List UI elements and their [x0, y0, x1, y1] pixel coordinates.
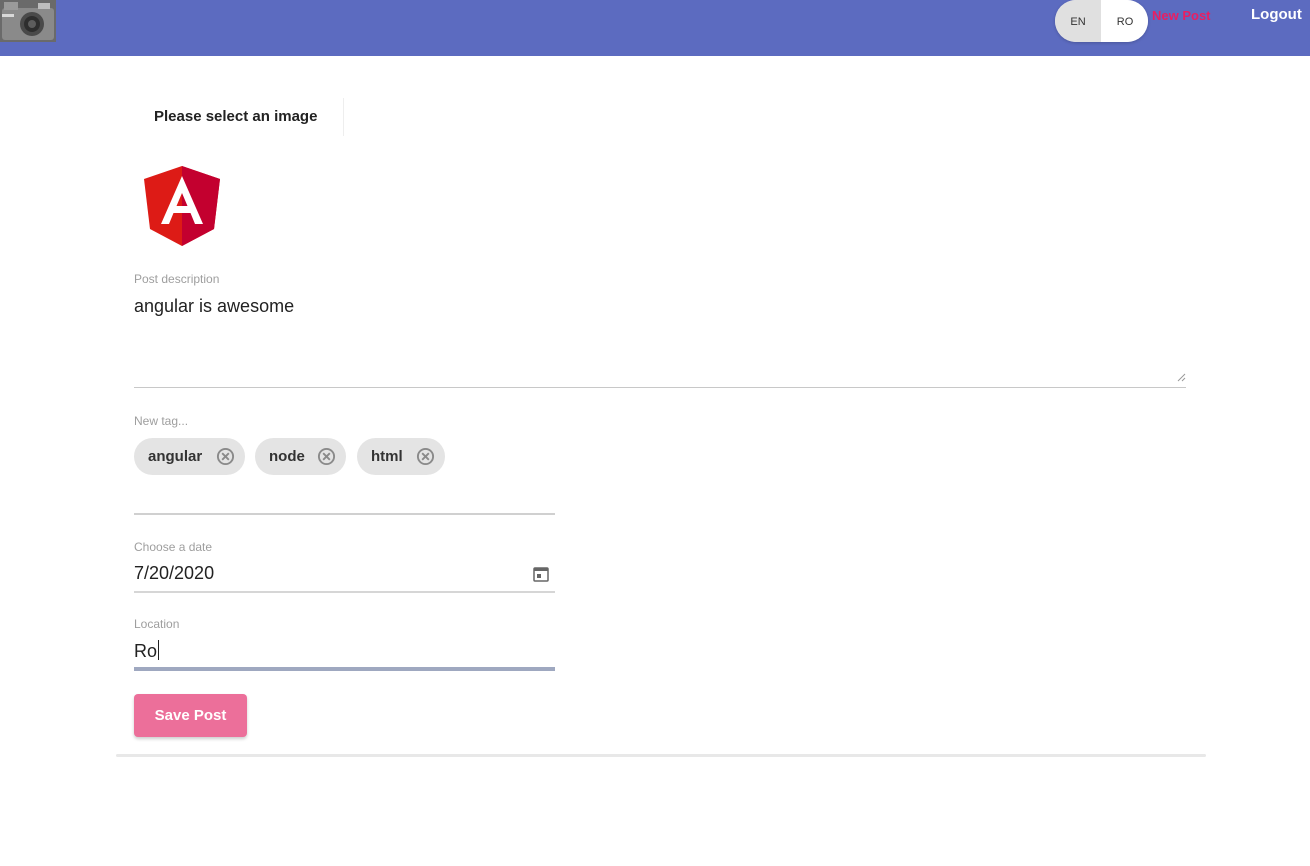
tag-chip-node[interactable]: node [255, 438, 346, 475]
lang-option-ro[interactable]: RO [1102, 0, 1148, 42]
cancel-circle-icon[interactable] [416, 447, 435, 466]
logout-button[interactable]: Logout [1251, 6, 1302, 23]
location-underline [134, 667, 555, 671]
select-image-button[interactable]: Please select an image [136, 98, 344, 136]
description-label: Post description [134, 272, 220, 286]
text-caret [158, 640, 160, 660]
angular-logo [144, 166, 220, 246]
tag-input-label: New tag... [134, 414, 189, 428]
new-post-link[interactable]: New Post [1152, 8, 1211, 23]
top-toolbar: EN RO New Post Logout [0, 0, 1310, 56]
calendar-icon[interactable] [532, 565, 550, 583]
tag-chip-angular[interactable]: angular [134, 438, 245, 475]
tag-chip-html[interactable]: html [357, 438, 445, 475]
cancel-circle-icon[interactable] [317, 447, 336, 466]
date-underline [134, 591, 555, 593]
tag-chip-label: node [269, 448, 305, 465]
camera-icon[interactable] [0, 0, 56, 42]
lang-option-en[interactable]: EN [1055, 0, 1101, 42]
location-label: Location [134, 617, 180, 631]
date-label: Choose a date [134, 540, 213, 554]
resize-handle-icon[interactable] [1176, 372, 1186, 382]
card-bottom-divider [116, 754, 1206, 757]
cancel-circle-icon[interactable] [216, 447, 235, 466]
tag-input-underline[interactable] [134, 513, 555, 515]
description-textarea[interactable]: angular is awesome [134, 296, 294, 317]
description-underline [134, 387, 1186, 388]
tag-chip-label: html [371, 448, 403, 465]
save-post-button[interactable]: Save Post [134, 694, 247, 737]
location-input[interactable]: Ro [134, 640, 160, 662]
language-toggle[interactable]: EN RO [1055, 0, 1148, 42]
location-value: Ro [134, 641, 158, 661]
date-input[interactable]: 7/20/2020 [134, 563, 214, 584]
tag-chip-label: angular [148, 448, 203, 465]
